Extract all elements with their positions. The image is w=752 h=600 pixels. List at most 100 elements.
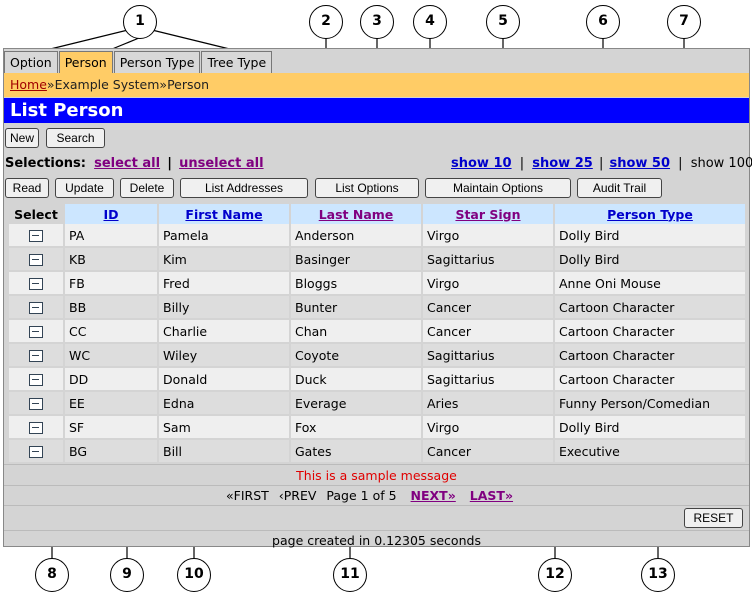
row-select-checkbox[interactable] xyxy=(29,302,43,314)
row-select-checkbox[interactable] xyxy=(29,230,43,242)
cell-id: BG xyxy=(65,440,157,464)
cell-id: CC xyxy=(65,320,157,344)
callout-12: 12 xyxy=(538,558,572,592)
cell-first-name: Kim xyxy=(159,248,289,272)
cell-star-sign: Virgo xyxy=(423,416,553,440)
unselect-all-link[interactable]: unselect all xyxy=(179,156,263,171)
cell-person-type: Cartoon Character xyxy=(555,344,745,368)
cell-star-sign: Aries xyxy=(423,392,553,416)
callout-8: 8 xyxy=(35,558,69,592)
tab-person[interactable]: Person xyxy=(58,51,113,73)
cell-id: PA xyxy=(65,224,157,248)
status-message: This is a sample message xyxy=(296,468,457,483)
page-created-info: page created in 0.12305 seconds xyxy=(272,533,481,548)
divider xyxy=(4,505,749,506)
column-header-first-name[interactable]: First Name xyxy=(185,207,262,222)
row-select-checkbox[interactable] xyxy=(29,398,43,410)
search-button[interactable]: Search xyxy=(46,128,105,148)
show-50-link[interactable]: show 50 xyxy=(609,156,670,171)
delete-button[interactable]: Delete xyxy=(120,178,174,198)
pager-page-info: Page 1 of 5 xyxy=(326,488,397,503)
tab-tree-type[interactable]: Tree Type xyxy=(201,51,273,73)
cell-last-name: Fox xyxy=(291,416,421,440)
cell-id: FB xyxy=(65,272,157,296)
row-select-checkbox[interactable] xyxy=(29,326,43,338)
cell-id: EE xyxy=(65,392,157,416)
cell-star-sign: Virgo xyxy=(423,272,553,296)
breadcrumb-home-link[interactable]: Home xyxy=(10,77,47,92)
select-cell xyxy=(9,416,63,440)
row-select-checkbox[interactable] xyxy=(29,254,43,266)
select-cell xyxy=(9,296,63,320)
table-row: CC Charlie Chan Cancer Cartoon Character xyxy=(9,320,745,344)
row-select-checkbox[interactable] xyxy=(29,350,43,362)
table-row: BB Billy Bunter Cancer Cartoon Character xyxy=(9,296,745,320)
cell-last-name: Basinger xyxy=(291,248,421,272)
pager-last-link[interactable]: LAST» xyxy=(470,488,513,503)
reset-button[interactable]: RESET xyxy=(684,508,743,528)
breadcrumb-system: Example System xyxy=(54,77,160,92)
read-button[interactable]: Read xyxy=(5,178,49,198)
row-select-checkbox[interactable] xyxy=(29,446,43,458)
cell-first-name: Charlie xyxy=(159,320,289,344)
cell-id: KB xyxy=(65,248,157,272)
table-row: KB Kim Basinger Sagittarius Dolly Bird xyxy=(9,248,745,272)
cell-person-type: Dolly Bird xyxy=(555,248,745,272)
show-10-link[interactable]: show 10 xyxy=(451,156,512,171)
table-row: FB Fred Bloggs Virgo Anne Oni Mouse xyxy=(9,272,745,296)
cell-person-type: Funny Person/Comedian xyxy=(555,392,745,416)
list-addresses-button[interactable]: List Addresses xyxy=(180,178,308,198)
column-header-person-type[interactable]: Person Type xyxy=(607,207,693,222)
column-header-last-name[interactable]: Last Name xyxy=(319,207,394,222)
cell-first-name: Wiley xyxy=(159,344,289,368)
cell-id: BB xyxy=(65,296,157,320)
callout-1: 1 xyxy=(123,5,157,39)
maintain-options-button[interactable]: Maintain Options xyxy=(425,178,571,198)
update-button[interactable]: Update xyxy=(55,178,114,198)
column-header-person-type-cell: Person Type xyxy=(555,204,745,224)
cell-star-sign: Cancer xyxy=(423,440,553,464)
list-options-button[interactable]: List Options xyxy=(315,178,419,198)
row-select-checkbox[interactable] xyxy=(29,374,43,386)
audit-trail-button[interactable]: Audit Trail xyxy=(577,178,662,198)
table-row: SF Sam Fox Virgo Dolly Bird xyxy=(9,416,745,440)
page-title: List Person xyxy=(4,98,749,123)
cell-id: SF xyxy=(65,416,157,440)
tab-person-type[interactable]: Person Type xyxy=(113,51,201,73)
select-all-link[interactable]: select all xyxy=(94,156,160,171)
callout-9: 9 xyxy=(110,558,144,592)
table-row: BG Bill Gates Cancer Executive xyxy=(9,440,745,464)
new-button[interactable]: New xyxy=(5,128,39,148)
cell-last-name: Gates xyxy=(291,440,421,464)
cell-first-name: Bill xyxy=(159,440,289,464)
callout-3: 3 xyxy=(360,5,394,39)
callout-4: 4 xyxy=(413,5,447,39)
select-cell xyxy=(9,368,63,392)
breadcrumb-current: Person xyxy=(167,77,210,92)
show-divider: | xyxy=(678,156,683,171)
selections-divider: | xyxy=(167,156,172,171)
pager-next-link[interactable]: NEXT» xyxy=(411,488,456,503)
divider xyxy=(4,530,749,531)
column-header-id-cell: ID xyxy=(65,204,157,224)
cell-first-name: Billy xyxy=(159,296,289,320)
select-cell xyxy=(9,272,63,296)
column-header-last-name-cell: Last Name xyxy=(291,204,421,224)
cell-star-sign: Cancer xyxy=(423,296,553,320)
callout-11: 11 xyxy=(333,558,367,592)
callout-10: 10 xyxy=(177,558,211,592)
tab-option[interactable]: Option xyxy=(4,51,58,73)
breadcrumb-separator: » xyxy=(159,77,168,92)
row-select-checkbox[interactable] xyxy=(29,422,43,434)
table-header-row: Select ID First Name Last Name Star Sign… xyxy=(9,204,745,224)
table-row: DD Donald Duck Sagittarius Cartoon Character xyxy=(9,368,745,392)
column-header-star-sign[interactable]: Star Sign xyxy=(455,207,520,222)
cell-first-name: Pamela xyxy=(159,224,289,248)
pager-prev: ‹PREV xyxy=(278,488,317,503)
column-header-id[interactable]: ID xyxy=(103,207,118,222)
show-25-link[interactable]: show 25 xyxy=(532,156,593,171)
cell-first-name: Sam xyxy=(159,416,289,440)
divider xyxy=(4,464,749,465)
row-select-checkbox[interactable] xyxy=(29,278,43,290)
cell-star-sign: Sagittarius xyxy=(423,248,553,272)
